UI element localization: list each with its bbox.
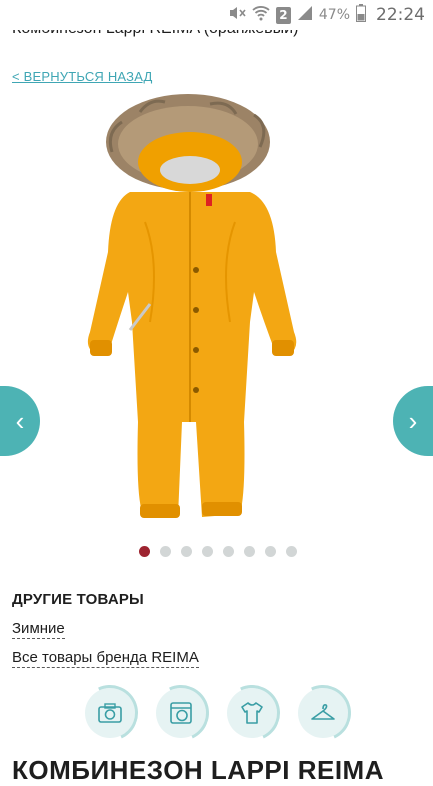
status-icons: 2 47% 22:24 bbox=[228, 4, 425, 26]
carousel-dot[interactable] bbox=[202, 546, 213, 557]
hanger-icon[interactable] bbox=[298, 688, 348, 738]
tshirt-icon[interactable] bbox=[227, 688, 277, 738]
back-link[interactable]: < ВЕРНУТЬСЯ НАЗАД bbox=[12, 69, 153, 84]
other-products-heading: ДРУГИЕ ТОВАРЫ bbox=[12, 591, 144, 608]
product-title: КОМБИНЕЗОН LAPPI REIMA bbox=[12, 755, 384, 785]
battery-icon bbox=[356, 4, 366, 26]
clock: 22:24 bbox=[376, 5, 425, 25]
feature-icons bbox=[85, 688, 348, 738]
washing-icon[interactable] bbox=[156, 688, 206, 738]
camera-icon[interactable] bbox=[85, 688, 135, 738]
sim-badge: 2 bbox=[275, 6, 291, 24]
carousel-dot[interactable] bbox=[286, 546, 297, 557]
status-bar: 2 47% 22:24 bbox=[0, 0, 433, 30]
carousel-dot[interactable] bbox=[244, 546, 255, 557]
prev-image-button[interactable]: ‹ bbox=[0, 386, 40, 456]
signal-icon bbox=[297, 5, 313, 25]
next-image-button[interactable]: › bbox=[393, 386, 433, 456]
carousel-dot[interactable] bbox=[265, 546, 276, 557]
mute-icon bbox=[228, 5, 246, 25]
winter-category-link[interactable]: Зимние bbox=[12, 620, 65, 639]
wifi-icon bbox=[252, 5, 270, 25]
product-gallery[interactable]: ‹ › bbox=[0, 92, 433, 532]
chevron-right-icon: › bbox=[408, 405, 418, 436]
battery-percent: 47% bbox=[318, 7, 350, 23]
carousel-dot[interactable] bbox=[223, 546, 234, 557]
carousel-dot[interactable] bbox=[181, 546, 192, 557]
carousel-dot[interactable] bbox=[160, 546, 171, 557]
brand-products-link[interactable]: Все товары бренда REIMA bbox=[12, 649, 199, 668]
carousel-dot[interactable] bbox=[139, 546, 150, 557]
carousel-dots bbox=[139, 546, 297, 557]
chevron-left-icon: ‹ bbox=[15, 405, 25, 436]
product-image bbox=[87, 94, 297, 518]
